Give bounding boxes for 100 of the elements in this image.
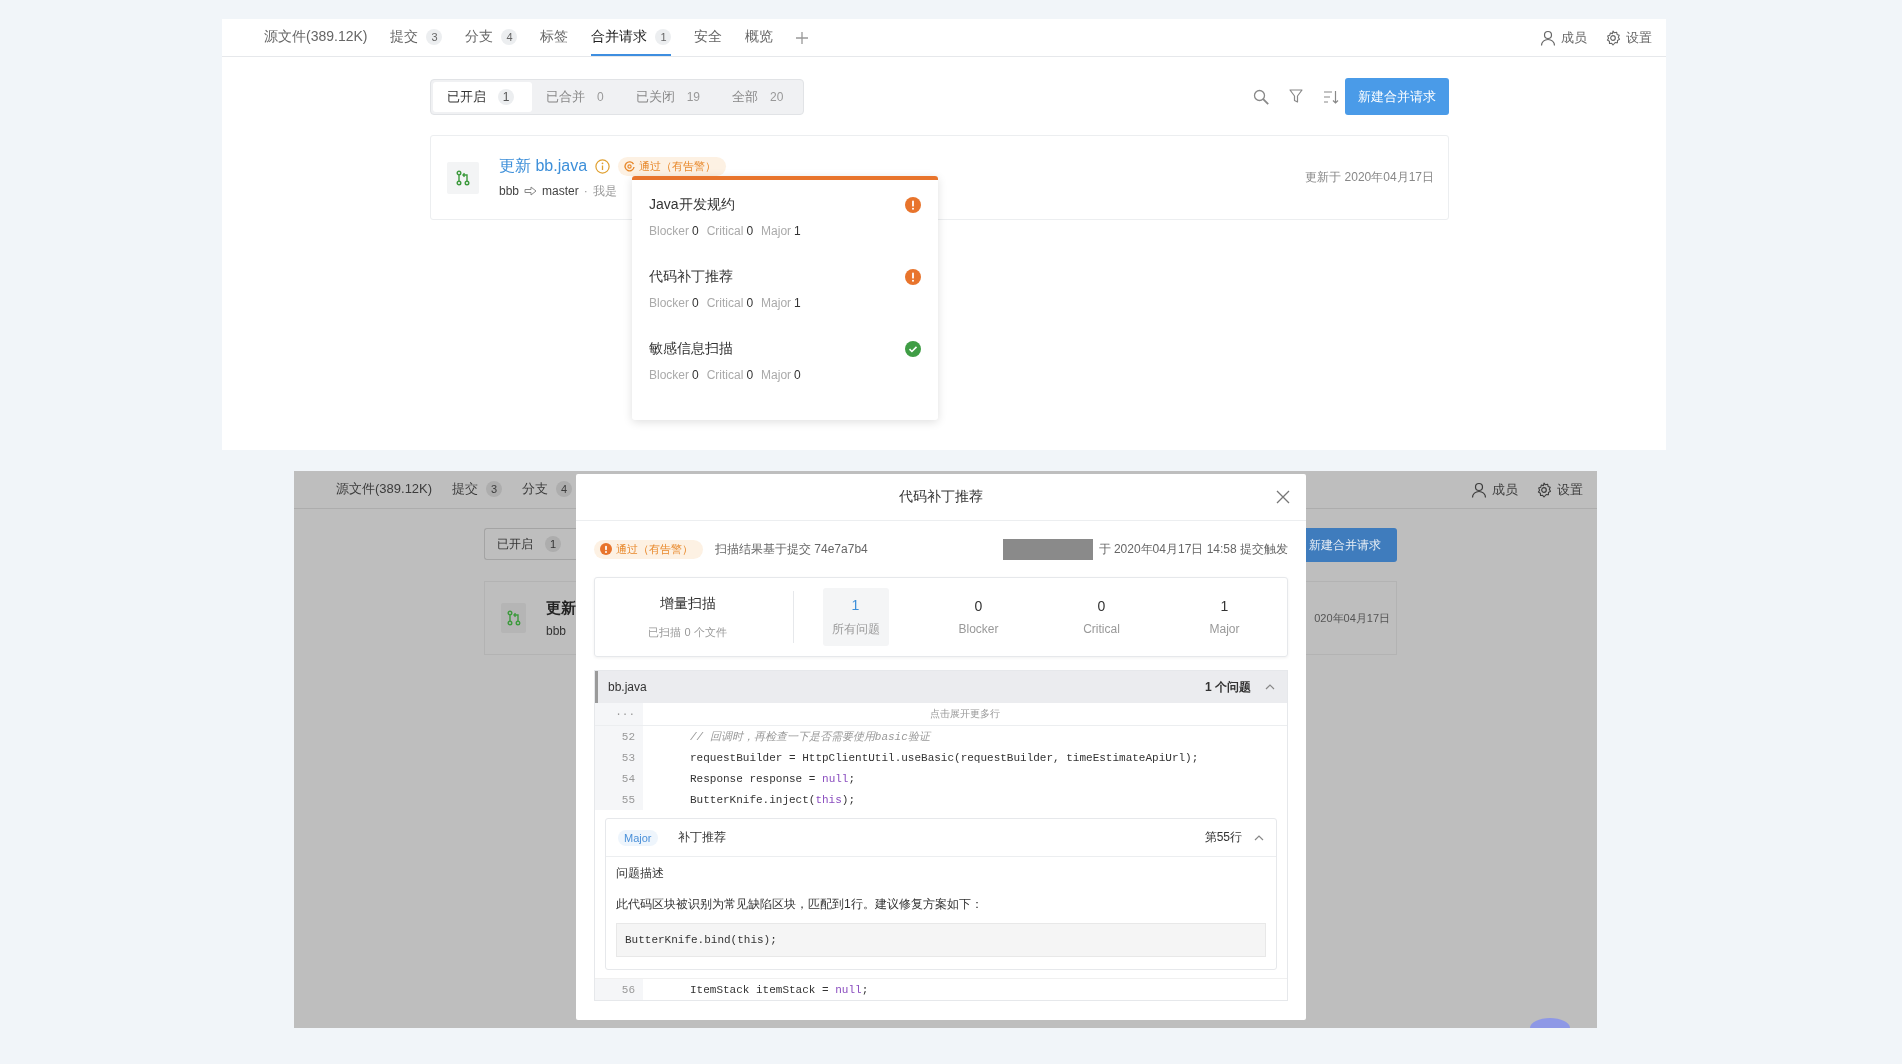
link-label: 设置 [1626,28,1652,47]
arrow-icon [524,186,538,196]
code-line: // 回调时，再检查一下是否需要使用basic验证 [689,730,930,745]
issue-count: Major 0 [761,368,801,382]
nav-tab[interactable]: 概览 [745,19,774,56]
issue-count: Blocker 0 [649,368,699,382]
scan-name: Java开发规约 [649,196,735,214]
settings-icon [1605,29,1621,46]
code-line: ItemStack itemStack = null; [689,982,869,998]
nav-tab[interactable]: 提交 3 [452,471,503,508]
close-icon[interactable] [1276,490,1290,504]
status-badge: 通过（有告警） [594,539,703,559]
count-badge: 1 [655,28,672,45]
link-label: 设置 [1557,480,1583,499]
search-icon[interactable] [1253,88,1269,105]
merge-request-description: 我是 [592,182,617,200]
count-badge: 1 [545,536,561,552]
stat-value: 1 [851,596,860,613]
caret-icon[interactable] [1265,684,1275,690]
stat-value: 0 [974,598,983,614]
stat-value: 0 [1097,598,1106,614]
separator-dot: · [583,184,588,198]
line-number: 54 [595,768,643,789]
scan-type: 增量扫描 [659,594,716,613]
warning-icon [905,197,921,213]
issue-line: 第55行 [1204,829,1242,846]
source-branch: bbb [499,184,520,198]
user-icon [1540,29,1556,46]
scan-name: 代码补丁推荐 [649,268,733,286]
warning-icon [905,269,921,285]
caret-icon[interactable] [1254,834,1264,841]
link-label: 成员 [1492,480,1518,499]
sort-icon[interactable] [1323,89,1339,104]
nav-tab[interactable]: 安全 [694,19,723,56]
code-line: requestBuilder = HttpClientUtil.useBasic(requestBuilder, timeEstimateApiUrl); [689,750,1199,766]
filter-tab[interactable]: 全部 20 [718,81,802,112]
stat-tab[interactable]: 1 Major [1191,588,1258,646]
count-badge: 3 [486,480,503,497]
nav-tab[interactable]: 提交 3 [390,19,443,56]
stat-tab[interactable]: 0 Blocker [945,588,1012,646]
filter-tab[interactable]: 已关闭 19 [621,81,719,112]
info-icon[interactable] [595,158,611,174]
stat-label: 所有问题 [831,620,880,638]
count-label: 0 [597,89,604,104]
merge-request-icon [506,610,521,626]
filter-tab[interactable]: 已开启 1 [433,81,532,112]
filter-tab[interactable]: 已合并 0 [532,81,622,112]
commit-note: 扫描结果基于提交 74e7a7b4 [715,540,868,558]
header-link[interactable]: 设置 [1605,28,1652,47]
link-label: 成员 [1561,28,1587,47]
count-badge: 3 [426,28,443,45]
issue-count: Critical 0 [706,224,754,238]
header-link[interactable]: 成员 [1540,28,1587,47]
issue-count: Major 1 [761,224,801,238]
settings-icon [1536,481,1552,498]
target-branch: master [542,184,579,198]
file-header[interactable]: bb.java 1 个问题 [595,671,1287,703]
count-label: 20 [770,89,784,104]
stat-tab[interactable]: 1 所有问题 [822,588,889,646]
scanned-files: 已扫描 0 个文件 [648,624,727,640]
line-number: 52 [595,726,643,747]
nav-tab[interactable]: 合并请求 1 [591,19,672,56]
stat-value: 1 [1220,598,1229,614]
updated-date: 020年04月17日 [1314,610,1390,626]
count-badge: 4 [501,28,518,45]
severity-tag: Major [618,829,658,846]
file-name: bb.java [608,680,647,694]
header-link[interactable]: 设置 [1536,480,1583,499]
line-number: 55 [595,789,643,810]
nav-tab[interactable]: 分支 4 [522,471,573,508]
code-line: Response response = null; [689,771,856,787]
filter-tab[interactable]: 已开启 1 [484,528,576,560]
nav-tab[interactable]: 源文件(389.12K) [336,471,433,508]
add-icon[interactable] [796,31,809,44]
updated-date: 更新于 2020年04月17日 [1305,169,1434,186]
count-badge: 4 [556,480,573,497]
nav-tab[interactable]: 分支 4 [465,19,518,56]
trigger-note: 于 2020年04月17日 14:58 提交触发 [1098,540,1288,558]
issue-count: 1 个问题 [1205,678,1251,696]
issue-heading: 问题描述 [616,865,665,882]
issue-count: Major 1 [761,296,801,310]
nav-tab[interactable]: 源文件(389.12K) [264,19,368,56]
user-icon [1471,481,1487,498]
line-number: 53 [595,747,643,768]
stat-tab[interactable]: 0 Critical [1068,588,1135,646]
issue-count: Critical 0 [706,368,754,382]
new-merge-request-button[interactable]: 新建合并请求 [1306,528,1397,562]
nav-tab[interactable]: 标签 [540,19,569,56]
merge-request-icon [456,169,470,186]
merge-request-title: 更新 [546,598,576,618]
merge-request-title[interactable]: 更新 bb.java [499,155,588,177]
count-badge: 1 [498,88,514,105]
filter-icon[interactable] [1289,89,1303,104]
fix-code: ButterKnife.bind(this); [616,923,1266,957]
issue-count: Blocker 0 [649,296,699,310]
stat-label: Critical [1083,622,1120,636]
issue-count: Blocker 0 [649,224,699,238]
dialog-title: 代码补丁推荐 [899,488,983,506]
header-link[interactable]: 成员 [1471,480,1518,499]
warning-icon [600,543,612,555]
